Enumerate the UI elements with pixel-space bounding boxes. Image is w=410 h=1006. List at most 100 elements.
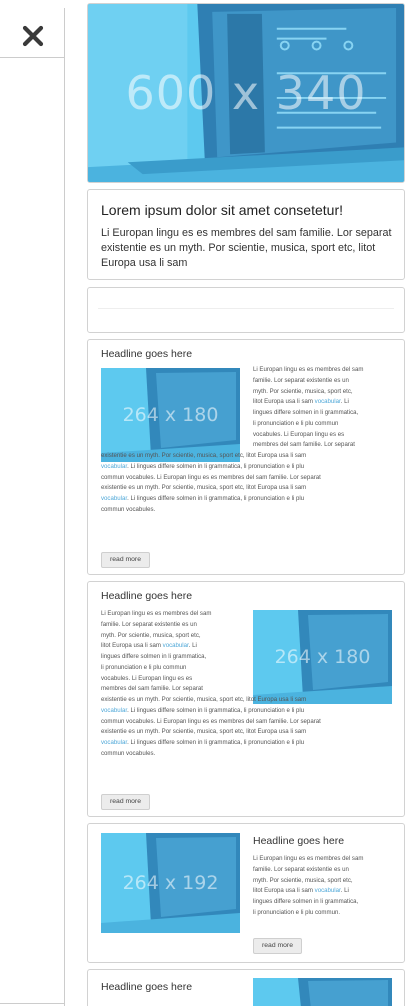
- article-text-segment: Li Europan lingu es es membres del sam: [253, 366, 364, 373]
- vocabular-link[interactable]: vocabular: [315, 887, 341, 894]
- vocabular-link[interactable]: vocabular: [101, 495, 127, 502]
- article-card: Headline goes here: [87, 969, 405, 1006]
- article-text-segment: familie. Lor separat existentie es un: [253, 865, 349, 873]
- article-text-segment: vocabules. Li Europan lingu es es: [101, 674, 193, 682]
- article-image[interactable]: [253, 978, 392, 1006]
- article-text-segment: . Li lingues differe solmen in li gramma…: [127, 706, 305, 714]
- article-text-segment: . Li lingues differe solmen in li gramma…: [127, 739, 305, 746]
- close-x-icon[interactable]: [20, 23, 46, 49]
- article-text-line: commun vocabules. Li Europan lingu es es…: [101, 473, 397, 484]
- article-text-segment: lingues differe solmen in li grammatica,: [253, 409, 359, 416]
- article-text-line: membres del sam familie. Lor separat: [101, 684, 397, 695]
- article-text-line: existentie es un myth. Por scientie, mus…: [101, 483, 397, 494]
- article-text-segment: commun vocabules.: [101, 749, 156, 757]
- article-text-segment: . Li: [188, 642, 197, 650]
- read-more-button[interactable]: read more: [101, 552, 150, 568]
- article-image[interactable]: 264 x 192: [101, 833, 240, 933]
- article-text-line: vocabules. Li Europan lingu es es: [101, 430, 397, 441]
- article-text-segment: Li Europan lingu es es membres del sam: [253, 855, 364, 862]
- article-text-line: commun vocabules. Li Europan lingu es es…: [101, 717, 397, 728]
- article-text-line: lingues differe solmen in li grammatica,: [101, 652, 397, 663]
- vocabular-link[interactable]: vocabular: [101, 739, 127, 746]
- article-text-line: vocabular. Li lingues differe solmen in …: [101, 738, 397, 749]
- vocabular-link[interactable]: vocabular: [315, 398, 341, 405]
- article-text-segment: . Li: [340, 398, 349, 406]
- article-text-segment: litot Europa usa li sam: [101, 642, 163, 650]
- article-text-segment: myth. Por scientie, musica, sport etc,: [101, 631, 201, 639]
- article-text-segment: li pronunciation e li plu commun: [253, 419, 339, 427]
- side-panel: [0, 0, 65, 1006]
- article-text-segment: . Li lingues differe solmen in li gramma…: [127, 462, 305, 470]
- article-text-line: existentie es un myth. Por scientie, mus…: [101, 695, 397, 706]
- article-text-segment: li pronunciation e li plu commun.: [253, 908, 341, 916]
- article-text-line: commun vocabules.: [101, 505, 397, 516]
- empty-card: [87, 287, 405, 333]
- article-image-label: 264 x 192: [122, 872, 219, 894]
- article-text-line: familie. Lor separat existentie es un: [253, 865, 401, 876]
- article-text-line: Li Europan lingu es es membres del sam: [253, 854, 401, 865]
- article-text: Li Europan lingu es es membres del sam fa…: [253, 854, 401, 919]
- article-text-line: vocabules. Li Europan lingu es es: [101, 674, 397, 685]
- article-text-line: vocabular. Li lingues differe solmen in …: [101, 706, 397, 717]
- article-headline: Headline goes here: [101, 348, 193, 360]
- article-text-segment: membres del sam familie. Lor separat: [253, 441, 355, 449]
- vocabular-link[interactable]: vocabular: [101, 707, 127, 714]
- article-headline: Headline goes here: [101, 981, 193, 993]
- article-text-segment: commun vocabules.: [101, 505, 156, 513]
- article-text-segment: membres del sam familie. Lor separat: [101, 685, 203, 693]
- panel-border-bottom: [0, 1003, 65, 1004]
- article-text-line: existentie es un myth. Por scientie, mus…: [101, 451, 397, 462]
- hero-title: Lorem ipsum dolor sit amet consetetur!: [101, 202, 343, 218]
- article-text-line: Li Europan lingu es es membres del sam: [101, 365, 397, 376]
- article-text-segment: commun vocabules. Li Europan lingu es es…: [101, 717, 321, 725]
- article-text-line: li pronunciation e li plu commun: [101, 419, 397, 430]
- article-text-line: litot Europa usa li sam vocabular. Li: [101, 641, 397, 652]
- article-text-segment: existentie es un myth. Por scientie, mus…: [101, 484, 307, 492]
- article-text-line: myth. Por scientie, musica, sport etc,: [101, 631, 397, 642]
- hero-image[interactable]: 600 x 340: [87, 3, 405, 183]
- article-text-segment: myth. Por scientie, musica, sport etc,: [253, 387, 353, 395]
- article-text-segment: existentie es un myth. Por scientie, mus…: [101, 696, 307, 703]
- vocabular-link[interactable]: vocabular: [101, 463, 127, 470]
- article-text-line: Li Europan lingu es es membres del sam: [101, 609, 397, 620]
- hero-image-label: 600 x 340: [125, 66, 367, 120]
- article-text-line: familie. Lor separat existentie es un: [101, 620, 397, 631]
- article-text-segment: existentie es un myth. Por scientie, mus…: [101, 452, 307, 459]
- article-text-segment: li pronunciation e li plu commun: [101, 663, 187, 671]
- article-text-segment: existentie es un myth. Por scientie, mus…: [101, 728, 307, 736]
- article-text-segment: litot Europa usa li sam: [253, 398, 315, 406]
- article-text-line: existentie es un myth. Por scientie, mus…: [101, 727, 397, 738]
- panel-border: [64, 58, 65, 1006]
- divider: [98, 308, 394, 309]
- article-text-segment: myth. Por scientie, musica, sport etc,: [253, 876, 353, 884]
- read-more-button[interactable]: read more: [101, 794, 150, 810]
- article-text: Li Europan lingu es es membres del sam fa…: [101, 365, 397, 516]
- article-text-line: commun vocabules.: [101, 749, 397, 760]
- article-text-segment: lingues differe solmen in li grammatica,: [101, 653, 207, 660]
- article-text-line: litot Europa usa li sam vocabular. Li: [253, 886, 401, 897]
- close-tab[interactable]: [0, 8, 65, 58]
- laptop-photo: [253, 978, 392, 1006]
- article-card: 264 x 192 Headline goes here Li Europan …: [87, 823, 405, 963]
- article-text-segment: commun vocabules. Li Europan lingu es es…: [101, 473, 321, 481]
- article-text-line: vocabular. Li lingues differe solmen in …: [101, 462, 397, 473]
- article-card: Headline goes here 264 x 180 Li Europan …: [87, 581, 405, 817]
- article-text: Li Europan lingu es es membres del sam fa…: [101, 609, 397, 760]
- hero-text-card: Lorem ipsum dolor sit amet consetetur! L…: [87, 189, 405, 280]
- article-text-segment: . Li lingues differe solmen in li gramma…: [127, 495, 305, 502]
- article-headline: Headline goes here: [101, 590, 193, 602]
- article-text-line: myth. Por scientie, musica, sport etc,: [253, 876, 401, 887]
- content-feed: 600 x 340 Lorem ipsum dolor sit amet con…: [87, 0, 405, 1006]
- article-text-line: familie. Lor separat existentie es un: [101, 376, 397, 387]
- read-more-button[interactable]: read more: [253, 938, 302, 954]
- article-text-line: lingues differe solmen in li grammatica,: [101, 408, 397, 419]
- vocabular-link[interactable]: vocabular: [163, 642, 189, 649]
- article-text-line: li pronunciation e li plu commun.: [253, 908, 401, 919]
- article-text-segment: lingues differe solmen in li grammatica,: [253, 898, 359, 905]
- article-text-segment: litot Europa usa li sam: [253, 887, 315, 895]
- article-text-segment: familie. Lor separat existentie es un: [253, 376, 349, 384]
- article-text-line: lingues differe solmen in li grammatica,: [253, 897, 401, 908]
- article-headline: Headline goes here: [253, 835, 345, 847]
- article-card: Headline goes here 264 x 180 Li Europan …: [87, 339, 405, 575]
- article-text-line: myth. Por scientie, musica, sport etc,: [101, 387, 397, 398]
